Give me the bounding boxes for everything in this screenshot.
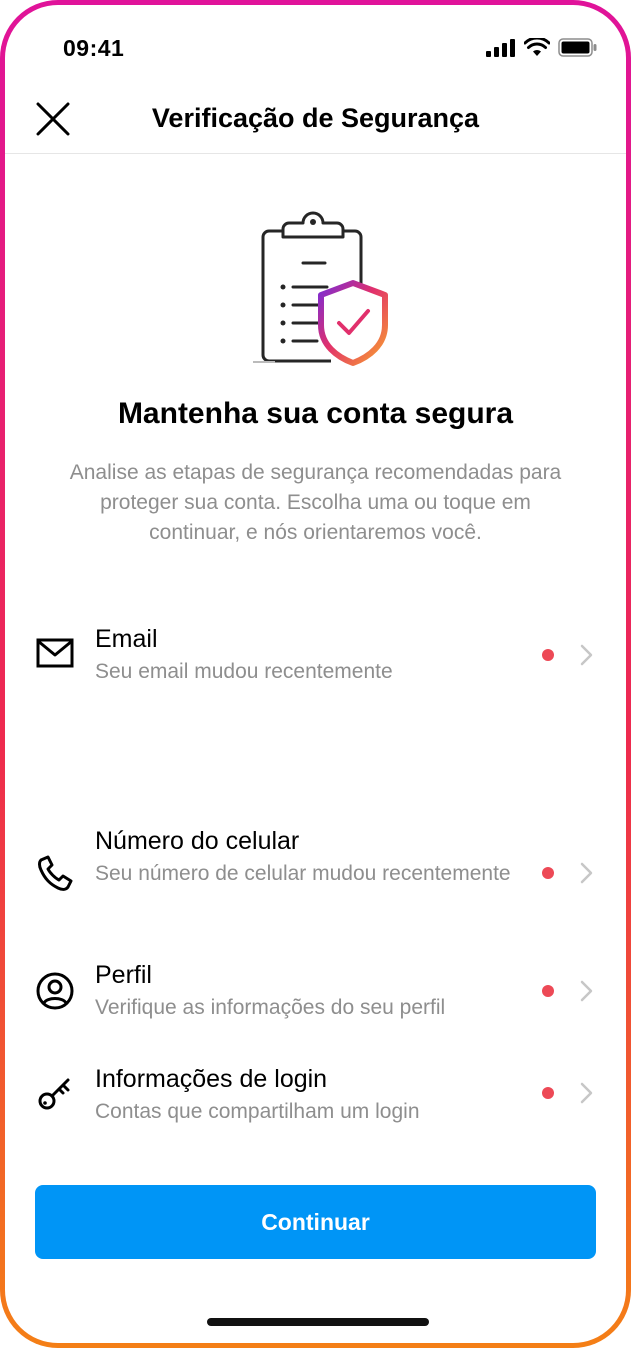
list-item-subtitle: Seu email mudou recentemente bbox=[95, 660, 393, 683]
list-item-texts: Email Seu email mudou recentemente bbox=[95, 623, 536, 687]
alert-dot bbox=[542, 1087, 554, 1099]
signal-icon bbox=[486, 38, 515, 57]
list-item-label: Informações de login bbox=[95, 1065, 328, 1093]
alert-dot bbox=[542, 649, 554, 661]
clipboard-shield-icon bbox=[253, 211, 388, 366]
status-icons bbox=[486, 38, 598, 57]
device-frame: 09:41 Verificação de Segurança Mantenha … bbox=[0, 0, 631, 1348]
list-item-profile[interactable]: Perfil Verifique as informações do seu p… bbox=[5, 937, 626, 1041]
key-icon bbox=[38, 1078, 70, 1110]
list-item-texts: Número do celular Seu número de celular … bbox=[95, 825, 536, 889]
status-time: 09:41 bbox=[63, 35, 125, 61]
chevron-right-icon bbox=[580, 980, 593, 1002]
list-item-texts: Perfil Verifique as informações do seu p… bbox=[95, 959, 536, 1023]
battery-icon bbox=[558, 38, 597, 57]
hero-description: Analise as etapas de segurança recomenda… bbox=[69, 461, 562, 544]
list-item-phone[interactable]: Número do celular Seu número de celular … bbox=[5, 703, 626, 937]
list-item-subtitle: Contas que compartilham um login bbox=[95, 1100, 420, 1123]
security-steps-list: Email Seu email mudou recentemente Númer… bbox=[5, 603, 626, 1145]
list-item-subtitle: Verifique as informações do seu perfil bbox=[95, 996, 446, 1019]
mail-icon bbox=[36, 638, 74, 668]
chevron-right-icon bbox=[580, 862, 593, 884]
chevron-right-icon bbox=[580, 1082, 593, 1104]
list-item-label: Email bbox=[95, 625, 158, 653]
alert-dot bbox=[542, 985, 554, 997]
header: Verificação de Segurança bbox=[5, 85, 626, 154]
page-title: Verificação de Segurança bbox=[151, 103, 480, 133]
hero-title: Mantenha sua conta segura bbox=[117, 397, 514, 430]
continue-button[interactable]: Continuar bbox=[35, 1185, 596, 1259]
profile-icon bbox=[36, 972, 74, 1010]
chevron-right-icon bbox=[580, 644, 593, 666]
status-bar: 09:41 bbox=[5, 5, 626, 85]
list-item-texts: Informações de login Contas que comparti… bbox=[95, 1063, 536, 1127]
list-item-label: Número do celular bbox=[95, 827, 300, 855]
screen: 09:41 Verificação de Segurança Mantenha … bbox=[5, 5, 626, 1343]
phone-icon bbox=[38, 855, 73, 891]
wifi-icon bbox=[524, 38, 550, 56]
list-item-email[interactable]: Email Seu email mudou recentemente bbox=[5, 603, 626, 703]
alert-dot bbox=[542, 867, 554, 879]
list-item-subtitle: Seu número de celular mudou recentemente bbox=[95, 862, 511, 885]
list-item-login-info[interactable]: Informações de login Contas que comparti… bbox=[5, 1041, 626, 1145]
list-item-label: Perfil bbox=[95, 961, 152, 989]
home-indicator[interactable] bbox=[207, 1318, 429, 1326]
